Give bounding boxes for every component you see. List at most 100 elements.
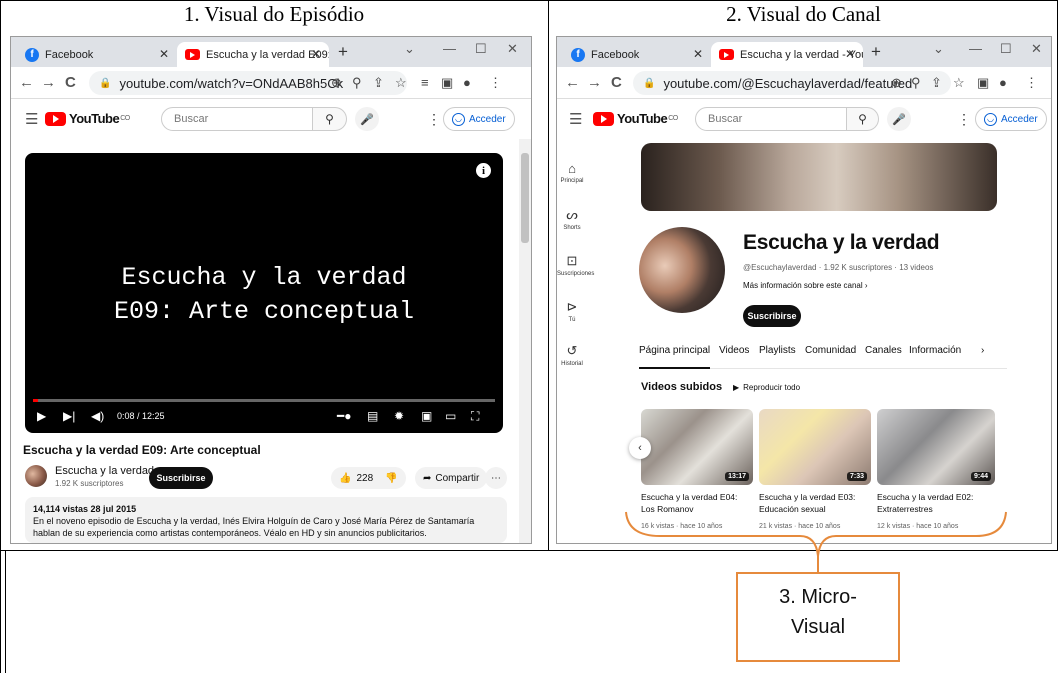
menu-kebab-icon[interactable]: ⋮ [1025,75,1038,91]
menu-kebab-icon[interactable]: ⋮ [489,75,502,91]
tab-channels[interactable]: Canales [865,345,902,356]
fullscreen-icon[interactable]: ⛶ [471,409,479,424]
close-window-icon[interactable]: ✕ [507,41,518,57]
close-tab-icon[interactable]: ✕ [311,47,321,61]
tab-about[interactable]: Información [909,345,961,356]
tab-playlists[interactable]: Playlists [759,345,796,356]
sidebar-item-shorts[interactable]: ᔕ Shorts [557,207,587,231]
hamburger-icon[interactable]: ☰ [25,110,38,128]
voice-search-icon[interactable]: 🎤 [355,107,379,131]
settings-kebab-icon[interactable]: ⋮ [957,111,971,128]
forward-icon[interactable]: → [41,74,56,91]
channel-avatar[interactable] [25,465,47,487]
reading-list-icon[interactable]: ≡ [421,75,429,90]
theater-mode-icon[interactable]: ▭ [445,409,456,423]
carousel-prev-icon[interactable]: ‹ [629,437,651,459]
tab-youtube-channel[interactable]: Escucha y la verdad - You ✕ [711,42,863,67]
search-input[interactable]: Buscar [161,107,313,131]
sidebar-item-home[interactable]: ⌂ Principal [557,161,587,184]
miniplayer-icon[interactable]: ▣ [421,409,432,423]
new-tab-icon[interactable]: + [338,42,348,62]
hamburger-icon[interactable]: ☰ [569,110,582,128]
voice-search-icon[interactable]: 🎤 [887,107,911,131]
channel-name[interactable]: Escucha y la verdad [55,465,154,477]
tab-search-chevron-icon[interactable]: ⌄ [933,41,944,57]
profile-icon[interactable]: ● [463,75,471,90]
play-all-button[interactable]: ▶ Reproducir todo [733,383,800,392]
side-panel-icon[interactable]: ▣ [977,75,989,91]
maximize-icon[interactable]: ☐ [1000,41,1012,57]
new-tab-icon[interactable]: + [871,42,881,62]
sign-in-button[interactable]: ◡ Acceder [443,107,515,131]
install-icon[interactable]: ⊕ [331,75,342,91]
caption-episode: 1. Visual do Episódio [183,2,365,26]
reload-icon[interactable]: C [611,74,622,91]
tab-videos[interactable]: Videos [719,345,749,356]
subtitles-icon[interactable]: ▤ [367,409,378,423]
video-title[interactable]: Escucha y la verdad E02: Extraterrestres [877,491,995,515]
video-player[interactable]: i Escucha y la verdad E09: Arte conceptu… [25,153,503,433]
tab-youtube-episode[interactable]: Escucha y la verdad E09: ✕ [177,42,329,67]
install-icon[interactable]: ⊕ [891,75,902,91]
tab-home[interactable]: Página principal [639,345,711,369]
settings-kebab-icon[interactable]: ⋮ [427,111,441,128]
close-tab-icon[interactable]: ✕ [693,47,703,61]
youtube-logo[interactable]: YouTube CO [45,111,130,126]
volume-icon[interactable]: ◀) [91,409,104,423]
close-tab-icon[interactable]: ✕ [159,47,169,61]
scrollbar-thumb[interactable] [521,153,529,243]
subscribe-button[interactable]: Suscribirse [743,305,801,327]
next-icon[interactable]: ▶| [63,409,75,423]
reload-icon[interactable]: C [65,74,76,91]
like-button[interactable]: 👍 228 👎 [331,467,406,489]
forward-icon[interactable]: → [587,74,602,91]
sign-in-button[interactable]: ◡ Acceder [975,107,1047,131]
progress-bar[interactable] [33,399,495,402]
tabs-next-chevron-icon[interactable]: › [981,345,984,356]
info-icon[interactable]: i [476,163,491,178]
bookmark-star-icon[interactable]: ☆ [395,75,407,91]
tab-facebook[interactable]: f Facebook ✕ [563,42,711,67]
tab-community[interactable]: Comunidad [805,345,856,356]
play-icon[interactable]: ▶ [37,409,46,423]
page-scrollbar[interactable] [519,139,531,543]
back-icon[interactable]: ← [19,74,34,91]
more-actions-button[interactable]: ⋯ [485,467,507,489]
autoplay-toggle-icon[interactable]: ━● [337,409,351,423]
zoom-icon[interactable]: ⚲ [911,75,921,91]
video-title[interactable]: Escucha y la verdad E04: Los Romanov [641,491,753,515]
sidebar-item-subscriptions[interactable]: ⊡ Suscripciones [557,253,594,277]
side-panel-icon[interactable]: ▣ [441,75,453,91]
share-page-icon[interactable]: ⇪ [931,75,942,91]
zoom-icon[interactable]: ⚲ [352,75,362,91]
channel-more-info-link[interactable]: Más información sobre este canal › [743,281,868,290]
thumbs-down-icon[interactable]: 👎 [385,473,397,484]
profile-icon[interactable]: ● [999,75,1007,90]
video-thumbnail[interactable]: 9:44 [877,409,995,485]
sidebar-item-library[interactable]: ⊳ Tú [557,299,587,323]
settings-gear-icon[interactable]: ✹ [394,409,404,423]
maximize-icon[interactable]: ☐ [475,41,487,57]
youtube-logo[interactable]: YouTube CO [593,111,678,126]
search-button[interactable]: ⚲ [313,107,347,131]
share-button[interactable]: ➦ Compartir [415,467,488,489]
bookmark-star-icon[interactable]: ☆ [953,75,965,91]
url-field[interactable]: 🔒 youtube.com/@Escuchaylaverdad/featured [633,71,951,95]
tab-facebook[interactable]: f Facebook ✕ [17,42,177,67]
close-tab-icon[interactable]: ✕ [845,47,855,61]
description-box[interactable]: 14,114 vistas 28 jul 2015 En el noveno e… [25,497,507,543]
video-title[interactable]: Escucha y la verdad E03: Educación sexua… [759,491,871,515]
minimize-icon[interactable]: — [443,41,456,56]
video-thumbnail[interactable]: 7:33 [759,409,871,485]
minimize-icon[interactable]: — [969,41,982,56]
channel-avatar-large[interactable] [639,227,725,313]
back-icon[interactable]: ← [565,74,580,91]
share-page-icon[interactable]: ⇪ [373,75,384,91]
sidebar-item-history[interactable]: ↺ Historial [557,343,587,367]
tab-search-chevron-icon[interactable]: ⌄ [404,41,415,57]
search-input[interactable]: Buscar [695,107,847,131]
video-thumbnail[interactable]: 13:17 [641,409,753,485]
search-button[interactable]: ⚲ [847,107,879,131]
subscribe-button[interactable]: Suscribirse [149,467,213,489]
close-window-icon[interactable]: ✕ [1031,41,1042,57]
